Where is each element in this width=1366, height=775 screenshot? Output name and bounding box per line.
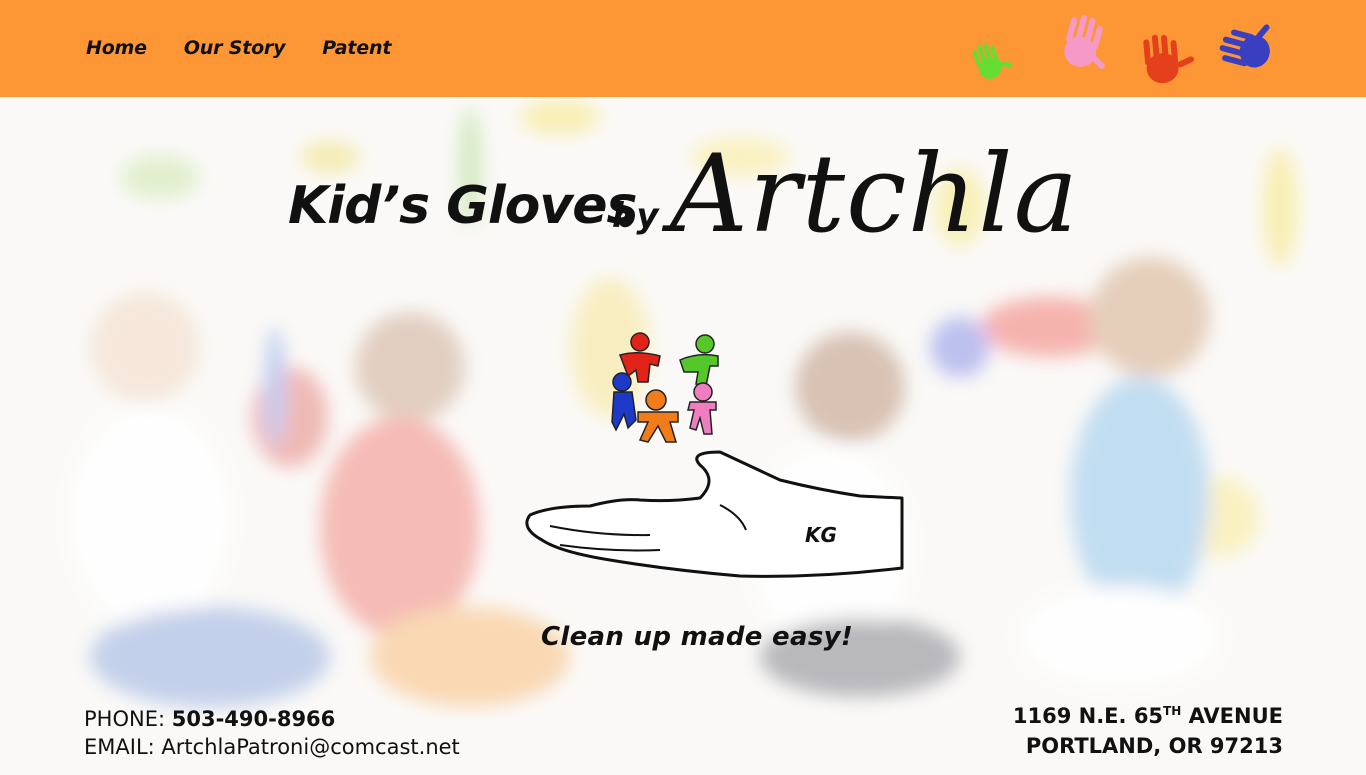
nav-link-home[interactable]: Home bbox=[86, 37, 147, 59]
address-line-2: PORTLAND, OR 97213 bbox=[1025, 734, 1283, 758]
brand-title-artchla: Artchla bbox=[670, 132, 1079, 257]
nav-link-our-story[interactable]: Our Story bbox=[184, 37, 286, 59]
green-handprint-icon bbox=[972, 43, 1013, 79]
tagline: Clean up made easy! bbox=[0, 622, 1366, 652]
brand-title-kids-gloves: Kid’s Gloves bbox=[288, 176, 637, 236]
open-hand-outline bbox=[525, 450, 904, 578]
address-street-type: AVENUE bbox=[1181, 704, 1283, 728]
brand-title-by: by bbox=[612, 196, 659, 236]
top-navigation-bar: Home Our Story Patent bbox=[0, 0, 1366, 97]
tagline-text: Clean up made easy! bbox=[541, 622, 853, 652]
pink-handprint-icon bbox=[1064, 14, 1105, 69]
email-address[interactable]: ArtchlaPatroni@comcast.net bbox=[161, 735, 459, 759]
main-nav: Home Our Story Patent bbox=[86, 37, 391, 59]
red-handprint-icon bbox=[1143, 34, 1195, 84]
address-street-number: 1169 N.E. 65 bbox=[1012, 704, 1164, 728]
people-circle-icon bbox=[611, 332, 719, 443]
nav-link-patent[interactable]: Patent bbox=[322, 37, 391, 59]
handprint-decorations bbox=[960, 10, 1290, 92]
phone-label: PHONE: bbox=[84, 707, 166, 731]
phone-row: PHONE: 503-490-8966 bbox=[84, 705, 460, 733]
kg-hand-logo: KG bbox=[525, 332, 904, 578]
logo-kg-text: KG bbox=[805, 523, 837, 547]
email-label: EMAIL: bbox=[84, 735, 155, 759]
blue-handprint-icon bbox=[1219, 24, 1270, 68]
email-row: EMAIL: ArtchlaPatroni@comcast.net bbox=[84, 733, 460, 761]
contact-info: PHONE: 503-490-8966 EMAIL: ArtchlaPatron… bbox=[84, 705, 460, 761]
address-ordinal-suffix: TH bbox=[1163, 704, 1182, 718]
street-address: 1169 N.E. 65TH AVENUE PORTLAND, OR 97213 bbox=[1013, 696, 1283, 761]
phone-number[interactable]: 503-490-8966 bbox=[172, 707, 336, 731]
address-line-1: 1169 N.E. 65TH AVENUE bbox=[1013, 696, 1283, 731]
